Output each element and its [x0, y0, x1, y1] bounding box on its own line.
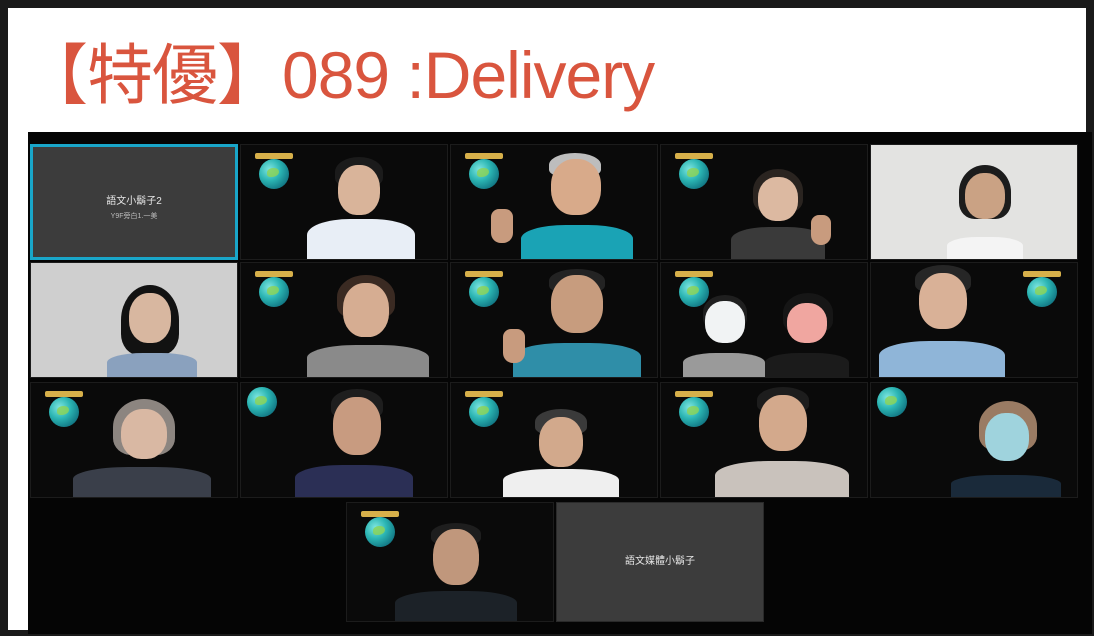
- participant-video: [723, 169, 833, 259]
- participant-video: [73, 397, 213, 497]
- participant-video: [877, 265, 1007, 377]
- participant-tile[interactable]: [870, 382, 1078, 498]
- participant-video: [711, 387, 851, 497]
- participant-tile[interactable]: [346, 502, 554, 622]
- participant-video: [511, 147, 641, 259]
- participant-tile[interactable]: [240, 144, 448, 260]
- participant-video: [303, 269, 433, 377]
- participant-video: [307, 149, 417, 259]
- globe-badge-icon: [465, 391, 503, 429]
- hand-gesture: [503, 329, 525, 363]
- video-gallery: 語文小鬍子2 Y9F旁白1.一美 語文媒體小鬍子: [28, 132, 1092, 634]
- slide-title: 【特優】089 :Delivery: [22, 38, 655, 112]
- participant-tile[interactable]: 語文小鬍子2 Y9F旁白1.一美: [30, 144, 238, 260]
- globe-badge-icon: [465, 153, 503, 191]
- participant-video: [295, 387, 415, 497]
- globe-badge-icon: [675, 153, 713, 191]
- participant-video: [501, 409, 621, 497]
- participant-video: [391, 519, 521, 621]
- participant-tile[interactable]: [30, 262, 238, 378]
- globe-badge-icon: [465, 271, 503, 309]
- participant-tile[interactable]: [450, 262, 658, 378]
- globe-badge-icon: [255, 271, 293, 309]
- hand-gesture: [491, 209, 513, 243]
- participant-name: 語文小鬍子2: [106, 196, 162, 208]
- participant-video: [929, 163, 1039, 259]
- globe-badge-icon: [675, 391, 713, 429]
- participant-name: 語文媒體小鬍子: [625, 555, 695, 567]
- globe-badge-icon: [243, 385, 281, 423]
- participant-tile[interactable]: 語文媒體小鬍子: [556, 502, 764, 622]
- participant-tile[interactable]: [450, 382, 658, 498]
- participant-video: [505, 265, 645, 377]
- participant-tile[interactable]: [660, 262, 868, 378]
- participant-tile[interactable]: [450, 144, 658, 260]
- participant-tile[interactable]: [870, 144, 1078, 260]
- participant-subtitle: Y9F旁白1.一美: [110, 212, 158, 220]
- participant-tile[interactable]: [660, 144, 868, 260]
- participant-tile[interactable]: [240, 262, 448, 378]
- hand-gesture: [811, 215, 831, 245]
- globe-badge-icon: [1023, 271, 1061, 309]
- participant-tile[interactable]: [30, 382, 238, 498]
- participant-tile[interactable]: [870, 262, 1078, 378]
- participant-tile[interactable]: [660, 382, 868, 498]
- globe-badge-icon: [255, 153, 293, 191]
- participant-video: [97, 269, 207, 377]
- globe-badge-icon: [873, 385, 911, 423]
- participant-video: [761, 293, 853, 377]
- participant-tile[interactable]: [240, 382, 448, 498]
- presentation-slide: 【特優】089 :Delivery 語文小鬍子2 Y9F旁白1.一美 語文媒體小…: [8, 8, 1092, 634]
- participant-video: [927, 401, 1067, 497]
- participant-video: [679, 293, 769, 377]
